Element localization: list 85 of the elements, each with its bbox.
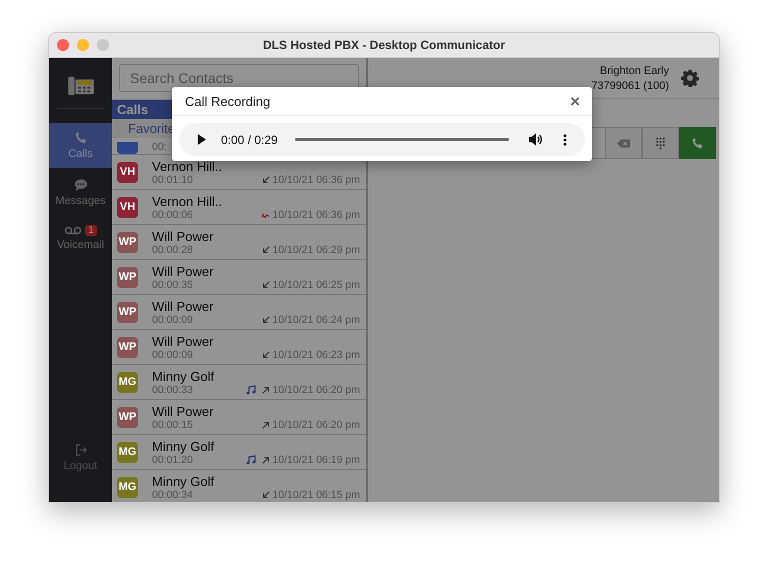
contact-name: Minny Golf [152, 438, 216, 454]
call-duration: 00: [152, 141, 168, 154]
call-button[interactable] [679, 127, 716, 159]
call-time: 10/10/21 06:15 pm [272, 488, 360, 500]
desk-phone-icon [66, 74, 94, 96]
call-row[interactable]: WP Will Power 00:00:09 10/10/21 06:23 pm [112, 330, 366, 365]
call-row[interactable]: VH Vernon Hill.. 00:00:06 10/10/21 06:36 pm [112, 190, 366, 225]
call-duration: 00:00:33 [152, 384, 194, 396]
call-time: 10/10/21 06:36 pm [272, 174, 360, 186]
incoming-arrow-icon [262, 280, 270, 288]
call-duration: 00:01:20 [152, 454, 194, 466]
voicemail-icon [64, 226, 82, 235]
logout-icon [74, 443, 88, 457]
call-row[interactable]: MG Minny Golf 00:00:33 10/10/21 06:20 pm [112, 365, 366, 400]
playback-time: 0:00 / 0:29 [221, 132, 278, 146]
more-options-icon[interactable] [563, 134, 567, 146]
call-time: 10/10/21 06:24 pm [272, 314, 360, 326]
avatar: VH [117, 162, 138, 182]
music-note-icon[interactable] [246, 454, 256, 464]
phone-icon [691, 136, 704, 150]
keypad-icon [654, 136, 667, 150]
avatar: MG [117, 372, 138, 392]
call-time: 10/10/21 06:29 pm [272, 244, 360, 256]
contact-name: Will Power [152, 228, 214, 244]
unread-badge: 1 [85, 225, 97, 236]
call-duration: 00:00:35 [152, 278, 194, 290]
call-row[interactable]: MG Minny Golf 00:00:34 10/10/21 06:15 pm [112, 470, 366, 502]
avatar: WP [117, 266, 138, 288]
call-duration: 00:01:10 [152, 174, 194, 186]
user-name: Brighton Early [600, 64, 669, 76]
phone-icon [74, 131, 88, 145]
contact-name: Vernon Hill.. [152, 158, 224, 174]
avatar: WP [117, 336, 138, 358]
incoming-arrow-icon [262, 490, 270, 498]
call-time: 10/10/21 06:23 pm [272, 348, 360, 360]
backspace-button[interactable] [605, 127, 642, 159]
settings-icon[interactable] [681, 69, 699, 87]
close-button[interactable]: × [570, 92, 580, 110]
avatar: WP [117, 302, 138, 322]
call-duration: 00:00:15 [152, 418, 194, 430]
play-icon[interactable] [197, 134, 206, 145]
missed-call-icon [262, 210, 270, 218]
contact-name: Will Power [152, 334, 214, 348]
call-time: 10/10/21 06:25 pm [272, 278, 360, 290]
outgoing-arrow-icon [262, 420, 270, 428]
call-time: 10/10/21 06:20 pm [272, 384, 360, 396]
contact-name: Will Power [152, 404, 214, 418]
call-duration: 00:00:28 [152, 244, 194, 256]
call-row[interactable]: WP Will Power 00:00:35 10/10/21 06:25 pm [112, 260, 366, 295]
call-time: 10/10/21 06:20 pm [272, 418, 360, 430]
avatar: WP [117, 232, 138, 252]
call-row[interactable]: WP Will Power 00:00:09 10/10/21 06:24 pm [112, 295, 366, 330]
outgoing-arrow-icon [262, 456, 270, 464]
user-number: 73799061 (100) [591, 80, 669, 92]
incoming-arrow-icon [262, 350, 270, 358]
music-note-icon[interactable] [246, 384, 256, 394]
chat-icon [74, 178, 88, 192]
call-duration: 00:00:09 [152, 314, 194, 326]
incoming-arrow-icon [262, 316, 270, 324]
call-row[interactable]: WP Will Power 00:00:15 10/10/21 06:20 pm [112, 400, 366, 435]
outgoing-arrow-icon [262, 386, 270, 394]
call-time: 10/10/21 06:36 pm [272, 208, 360, 220]
call-duration: 00:00:09 [152, 348, 194, 360]
contact-name: Minny Golf [152, 368, 216, 384]
contact-name: Will Power [152, 264, 214, 278]
avatar: MG [117, 476, 138, 498]
call-row[interactable]: MG Minny Golf 00:01:20 10/10/21 06:19 pm [112, 435, 366, 470]
incoming-arrow-icon [262, 176, 270, 184]
contact-name: Minny Golf [152, 474, 216, 488]
avatar: VH [117, 196, 138, 218]
call-duration: 00:00:34 [152, 488, 194, 500]
contact-name: Vernon Hill.. [152, 194, 224, 208]
backspace-icon [617, 136, 630, 150]
call-row[interactable]: WP Will Power 00:00:28 10/10/21 06:29 pm [112, 225, 366, 260]
contact-name: Will Power [152, 298, 214, 314]
call-time: 10/10/21 06:19 pm [272, 454, 360, 466]
volume-icon[interactable] [529, 133, 543, 146]
call-duration: 00:00:06 [152, 208, 194, 220]
close-window-button[interactable] [57, 39, 69, 51]
avatar: WP [117, 406, 138, 428]
progress-track[interactable] [294, 138, 509, 141]
window-title: DLS Hosted PBX - Desktop Communicator [262, 38, 506, 52]
avatar: MG [117, 442, 138, 462]
incoming-arrow-icon [262, 246, 270, 254]
keypad-button[interactable] [642, 127, 679, 159]
